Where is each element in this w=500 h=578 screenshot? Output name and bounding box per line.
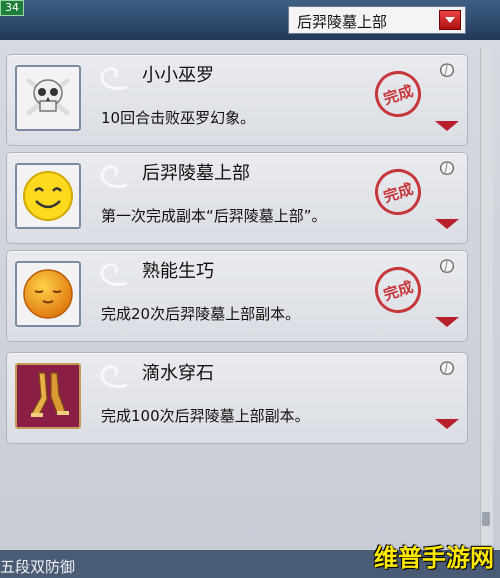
achievement-card[interactable]: 后羿陵墓上部 第一次完成副本“后羿陵墓上部”。 完成 [6, 152, 468, 244]
scrollbar-thumb[interactable] [482, 512, 490, 526]
peach-icon [440, 259, 454, 273]
achievement-card[interactable]: 小小巫罗 10回合击败巫罗幻象。 完成 [6, 54, 468, 146]
bottom-label: 五段双防御 [0, 558, 76, 576]
achievement-title: 滴水穿石 [142, 363, 214, 384]
expand-arrow-icon[interactable] [435, 121, 459, 131]
top-bar: 34 后羿陵墓上部 [0, 0, 500, 40]
dropdown-value: 后羿陵墓上部 [297, 13, 388, 31]
skull-crossbones-icon [15, 65, 81, 131]
expand-arrow-icon[interactable] [435, 219, 459, 229]
achievement-card[interactable]: 滴水穿石 完成100次后羿陵墓上部副本。 [6, 352, 468, 444]
completed-stamp: 完成 [369, 261, 427, 319]
achievement-title: 熟能生巧 [142, 261, 214, 282]
swirl-ornament-icon [100, 263, 128, 286]
golden-legs-icon [15, 363, 81, 429]
scrollbar[interactable] [480, 48, 493, 548]
sleepy-sun-face-icon [15, 261, 81, 327]
level-badge: 34 [0, 0, 24, 16]
swirl-ornament-icon [100, 165, 128, 188]
peach-icon [440, 63, 454, 77]
achievement-desc: 完成100次后羿陵墓上部副本。 [101, 407, 310, 425]
achievement-panel: 小小巫罗 10回合击败巫罗幻象。 完成 后羿陵墓上部 第一次完成副本“后羿陵墓上… [0, 40, 500, 550]
peach-icon [440, 361, 454, 375]
completed-stamp: 完成 [369, 163, 427, 221]
achievement-title: 小小巫罗 [142, 65, 214, 86]
dropdown-arrow-icon[interactable] [439, 10, 461, 30]
achievement-desc: 10回合击败巫罗幻象。 [101, 109, 256, 127]
achievement-card[interactable]: 熟能生巧 完成20次后羿陵墓上部副本。 完成 [6, 250, 468, 342]
smiley-face-icon [15, 163, 81, 229]
expand-arrow-icon[interactable] [435, 419, 459, 429]
completed-stamp: 完成 [369, 65, 427, 123]
achievement-title: 后羿陵墓上部 [142, 163, 250, 184]
site-watermark: 维普手游网 [374, 544, 494, 572]
dungeon-dropdown[interactable]: 后羿陵墓上部 [288, 6, 466, 34]
peach-icon [440, 161, 454, 175]
expand-arrow-icon[interactable] [435, 317, 459, 327]
achievement-desc: 完成20次后羿陵墓上部副本。 [101, 305, 301, 323]
swirl-ornament-icon [100, 67, 128, 90]
swirl-ornament-icon [100, 365, 128, 388]
achievement-desc: 第一次完成副本“后羿陵墓上部”。 [101, 207, 327, 225]
